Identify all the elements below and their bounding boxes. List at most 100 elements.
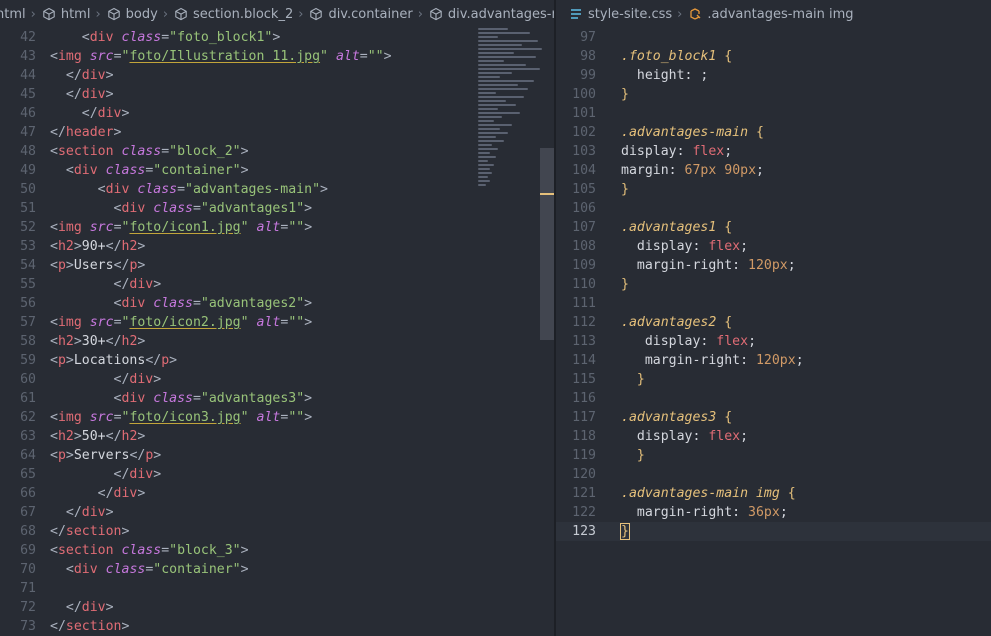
line-number: 117 [572,410,596,425]
code-line[interactable]: 49 <div class="container"> [0,161,555,180]
code-token: = [113,315,122,330]
code-line[interactable]: 72 </div> [0,598,555,617]
breadcrumb-item-html-file[interactable]: html [0,7,26,22]
code-token: div [113,486,138,501]
code-line[interactable]: 123} [556,522,991,541]
code-line[interactable]: 51 <div class="advantages1"> [0,199,555,218]
css-editor-pane[interactable]: style-site.css › .advantages-main img 97… [556,0,991,636]
code-line[interactable]: 71 [0,579,555,598]
minimap[interactable] [478,28,546,188]
html-code-area[interactable]: 42 <div class="foto_block1"> 43 <img src="… [0,28,555,636]
code-line[interactable]: 110} [556,275,991,294]
code-line[interactable]: 102 .advantages-main { [556,123,991,142]
code-token: display [621,144,677,159]
breadcrumb-item-file[interactable]: style-site.css [569,7,672,22]
line-number: 122 [572,505,596,520]
code-line[interactable]: 52 <img src="foto/icon1.jpg" alt=""> [0,218,555,237]
code-line[interactable]: 64 <p>Servers</p> [0,446,555,465]
breadcrumb-item-div-container[interactable]: div.container [309,7,413,22]
code-line[interactable]: 42 <div class="foto_block1"> [0,28,555,47]
code-line[interactable]: 108 display: flex; [556,237,991,256]
code-token: foto/icon1.jpg [129,220,241,235]
code-line[interactable]: 113 display: flex; [556,332,991,351]
line-number: 48 [20,144,36,159]
code-text: <div class="advantages3"> [50,389,313,408]
code-line[interactable]: 120 [556,465,991,484]
code-line[interactable]: 58 <h2>30+</h2> [0,332,555,351]
code-line[interactable]: 65 </div> [0,465,555,484]
code-line[interactable]: 47 </header> [0,123,555,142]
line-number: 113 [572,334,596,349]
code-line[interactable]: 50 <div class="advantages-main"> [0,180,555,199]
code-line[interactable]: 61 <div class="advantages3"> [0,389,555,408]
breadcrumb-item-html[interactable]: html [42,7,90,22]
code-line[interactable]: 107 .advantages1 { [556,218,991,237]
css-file-icon [569,7,583,21]
code-line[interactable]: 60 </div> [0,370,555,389]
code-token: "foto_block1" [169,30,273,45]
element-cube-icon [42,7,56,21]
code-line[interactable]: 44 </div> [0,66,555,85]
code-line[interactable]: 119 } [556,446,991,465]
code-line[interactable]: 48 <section class="block_2"> [0,142,555,161]
breadcrumb-item-selector[interactable]: .advantages-main img [688,7,854,22]
code-line[interactable]: 121 .advantages-main img { [556,484,991,503]
code-line[interactable]: 99 height: ; [556,66,991,85]
code-line[interactable]: 73 </section> [0,617,555,636]
code-text: display: flex; [621,237,748,256]
code-line[interactable]: 69 <section class="block_3"> [0,541,555,560]
code-line[interactable]: 70 <div class="container"> [0,560,555,579]
code-line[interactable]: 104 margin: 67px 90px; [556,161,991,180]
line-number: 55 [20,277,36,292]
breadcrumb-item-section-block-2[interactable]: section.block_2 [174,7,293,22]
code-line[interactable]: 115 } [556,370,991,389]
code-line[interactable]: 109 margin-right: 120px; [556,256,991,275]
code-line[interactable]: 62 <img src="foto/icon3.jpg" alt=""> [0,408,555,427]
code-line[interactable]: 56 <div class="advantages2"> [0,294,555,313]
code-line[interactable]: 111 [556,294,991,313]
code-line[interactable]: 46 </div> [0,104,555,123]
line-number: 111 [572,296,596,311]
code-token: = [359,49,368,64]
code-text: margin-right: 36px; [621,503,788,522]
code-line[interactable]: 105} [556,180,991,199]
code-line[interactable]: 106 [556,199,991,218]
code-line[interactable]: 117 .advantages3 { [556,408,991,427]
code-line[interactable]: 55 </div> [0,275,555,294]
code-line[interactable]: 103 display: flex; [556,142,991,161]
code-line[interactable]: 112 .advantages2 { [556,313,991,332]
code-token: div [97,106,122,121]
scrollbar-thumb[interactable] [540,148,554,340]
code-line[interactable]: 57 <img src="foto/icon2.jpg" alt=""> [0,313,555,332]
html-editor-pane[interactable]: html › html › body › section.block_2 › d… [0,0,555,636]
code-line[interactable]: 68 </section> [0,522,555,541]
code-token: section [57,144,114,159]
code-token: 120px [755,353,796,368]
breadcrumb-item-body[interactable]: body [107,7,158,22]
code-line[interactable]: 100} [556,85,991,104]
code-line[interactable]: 114 margin-right: 120px; [556,351,991,370]
code-line[interactable]: 54 <p>Users</p> [0,256,555,275]
code-line[interactable]: 101 [556,104,991,123]
code-text: <section class="block_3"> [50,541,249,560]
code-line[interactable]: 63 <h2>50+</h2> [0,427,555,446]
code-line[interactable]: 97 [556,28,991,47]
code-token: 50+ [81,429,106,444]
code-line[interactable]: 67 </div> [0,503,555,522]
code-line[interactable]: 66 </div> [0,484,555,503]
code-token: "container" [153,163,241,178]
breadcrumb-item-div-advantages-main[interactable]: div.advantages-main [429,7,555,22]
code-line[interactable]: 116 [556,389,991,408]
code-token: Users [73,258,114,273]
code-line[interactable]: 122 margin-right: 36px; [556,503,991,522]
code-line[interactable]: 45 </div> [0,85,555,104]
code-line[interactable]: 118 display: flex; [556,427,991,446]
code-line[interactable]: 53 <h2>90+</h2> [0,237,555,256]
code-line[interactable]: 43 <img src="foto/Illustration 11.jpg" al… [0,47,555,66]
css-code-area[interactable]: 97 98 .foto_block1 {99 height: ; 100} 101 102… [556,28,991,541]
code-line[interactable]: 98 .foto_block1 { [556,47,991,66]
code-line[interactable]: 59 <p>Locations</p> [0,351,555,370]
